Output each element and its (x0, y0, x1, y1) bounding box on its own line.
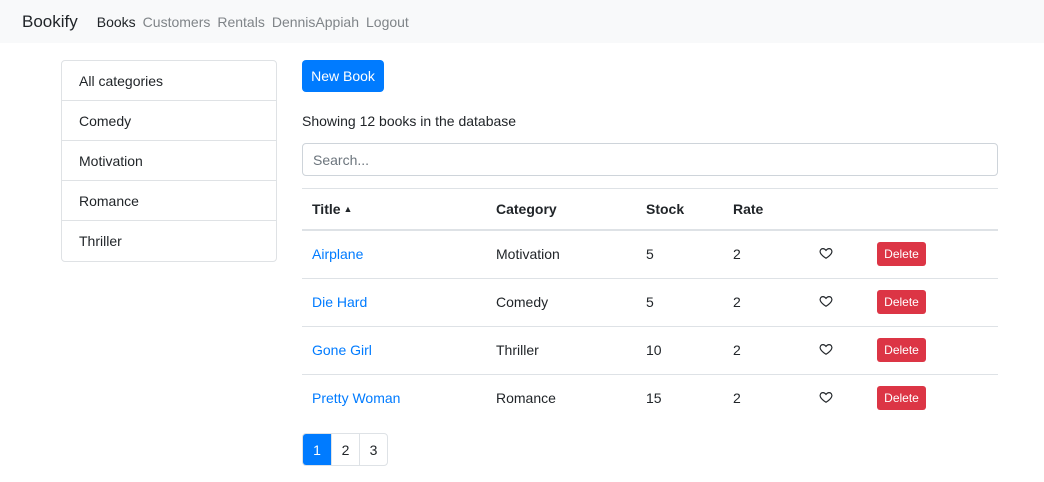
book-title-link[interactable]: Die Hard (312, 294, 367, 310)
page-link-1[interactable]: 1 (303, 434, 331, 465)
category-list: All categories Comedy Motivation Romance… (61, 60, 277, 262)
new-book-button[interactable]: New Book (302, 60, 384, 92)
column-header-stock[interactable]: Stock (636, 188, 723, 231)
column-header-like (809, 188, 867, 231)
heart-icon[interactable] (819, 246, 833, 260)
table-row: Airplane Motivation 5 2 Delete (302, 229, 998, 279)
table-header-row: Title ▲ Category Stock Rate (302, 188, 998, 231)
book-title-link[interactable]: Airplane (312, 246, 363, 262)
books-count-summary: Showing 12 books in the database (302, 113, 517, 129)
book-stock: 15 (646, 390, 662, 406)
book-stock: 5 (636, 229, 723, 279)
book-category: Motivation (486, 229, 636, 279)
navbar: Bookify Books Customers Rentals DennisAp… (0, 0, 1044, 43)
pagination: 1 2 3 (302, 433, 388, 466)
table-row: Die Hard Comedy 5 2 Delete (302, 278, 998, 327)
column-header-rate[interactable]: Rate (723, 188, 809, 231)
category-item-comedy[interactable]: Comedy (62, 101, 276, 141)
nav-link-customers[interactable]: Customers (143, 14, 211, 30)
table-row: Gone Girl Thriller 10 2 Delete (302, 326, 998, 375)
page-link-2[interactable]: 2 (331, 434, 359, 465)
book-stock: 10 (636, 326, 723, 375)
delete-button[interactable]: Delete (877, 386, 926, 410)
column-header-title[interactable]: Title ▲ (302, 188, 486, 231)
nav-links: Books Customers Rentals DennisAppiah Log… (97, 14, 416, 30)
book-rate: 2 (733, 390, 741, 406)
books-table: Title ▲ Category Stock Rate Airplane Moti… (302, 188, 998, 422)
sort-ascending-icon: ▲ (343, 203, 353, 214)
heart-icon[interactable] (819, 342, 833, 356)
category-item-thriller[interactable]: Thriller (62, 221, 276, 261)
delete-button[interactable]: Delete (877, 290, 926, 314)
heart-icon[interactable] (819, 390, 833, 404)
book-rate: 2 (723, 326, 809, 375)
book-category: Romance (496, 390, 556, 406)
book-stock: 5 (636, 278, 723, 327)
book-category: Thriller (486, 326, 636, 375)
book-rate: 2 (723, 229, 809, 279)
book-title-link[interactable]: Pretty Woman (312, 390, 400, 406)
brand-link[interactable]: Bookify (22, 12, 78, 32)
column-header-title-label: Title (312, 200, 341, 217)
delete-button[interactable]: Delete (877, 338, 926, 362)
nav-link-logout[interactable]: Logout (366, 14, 409, 30)
heart-icon[interactable] (819, 294, 833, 308)
book-category: Comedy (486, 278, 636, 327)
nav-link-profile[interactable]: DennisAppiah (272, 14, 359, 30)
page-link-3[interactable]: 3 (359, 434, 387, 465)
nav-link-rentals[interactable]: Rentals (217, 14, 264, 30)
search-input[interactable] (302, 143, 998, 176)
table-row: Pretty Woman Romance 15 2 Delete (302, 374, 998, 422)
book-rate: 2 (723, 278, 809, 327)
book-title-link[interactable]: Gone Girl (312, 342, 372, 358)
column-header-category[interactable]: Category (486, 188, 636, 231)
column-header-actions (867, 188, 998, 231)
category-item-all[interactable]: All categories (62, 61, 276, 101)
delete-button[interactable]: Delete (877, 242, 926, 266)
category-item-romance[interactable]: Romance (62, 181, 276, 221)
nav-link-books[interactable]: Books (97, 14, 136, 30)
category-item-motivation[interactable]: Motivation (62, 141, 276, 181)
